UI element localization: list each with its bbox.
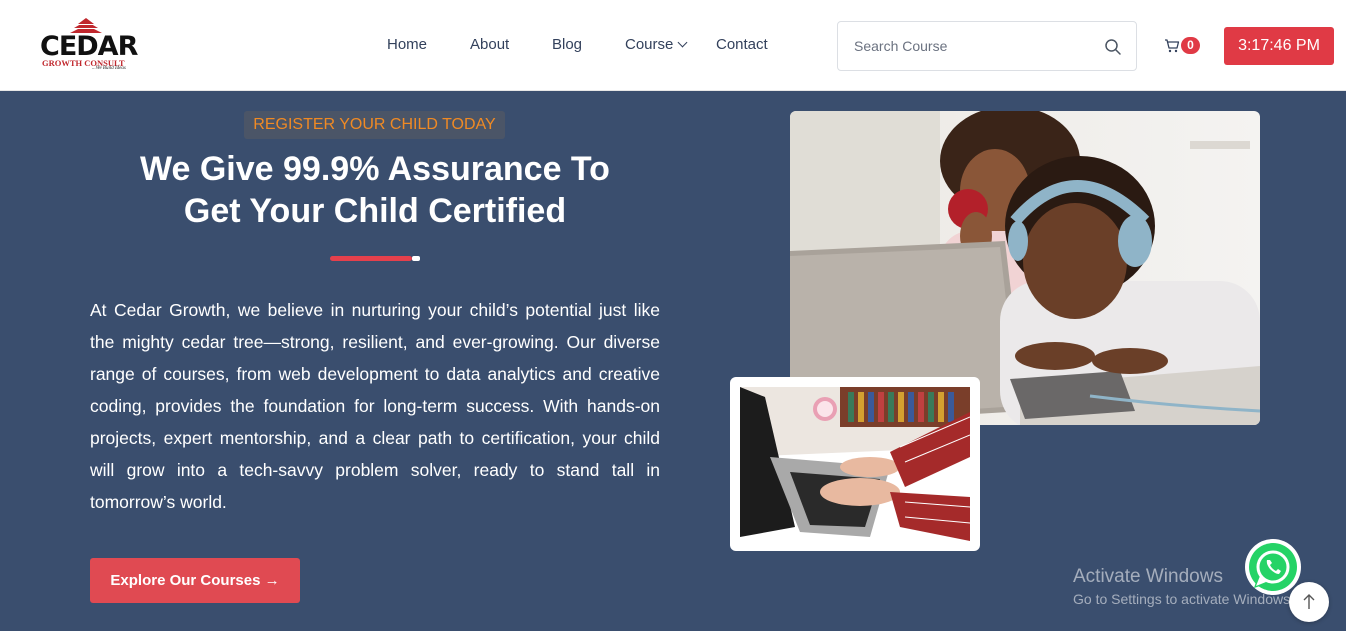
nav-item-contact[interactable]: Contact: [716, 36, 768, 53]
cart-count-badge: 0: [1181, 37, 1200, 54]
activate-windows-title: Activate Windows: [1073, 566, 1223, 587]
arrow-up-icon: [1303, 594, 1315, 609]
hero-title: We Give 99.9% Assurance To Get Your Chil…: [90, 148, 660, 232]
search-box: [837, 21, 1137, 71]
search-input[interactable]: [838, 22, 1088, 70]
hero-eyebrow: REGISTER YOUR CHILD TODAY: [244, 111, 505, 139]
cart-icon: [1165, 39, 1180, 53]
hero-title-line1: We Give 99.9% Assurance To: [140, 150, 610, 188]
nav-item-blog[interactable]: Blog: [552, 36, 582, 53]
nav-item-course[interactable]: Course: [625, 36, 688, 53]
clock-display: 3:17:46 PM: [1224, 27, 1334, 65]
chevron-down-icon: [677, 37, 688, 48]
logo-tagline: ...We Build Ideas: [92, 66, 126, 71]
secondary-photo-typing: [740, 387, 970, 541]
nav-item-about[interactable]: About: [470, 36, 509, 53]
secondary-photo-frame: [730, 377, 980, 551]
search-icon[interactable]: [1104, 38, 1122, 56]
nav-item-home[interactable]: Home: [387, 36, 427, 53]
hero-description: At Cedar Growth, we believe in nurturing…: [90, 300, 660, 512]
cart-button[interactable]: 0: [1164, 37, 1204, 57]
title-divider: [330, 256, 412, 261]
site-header: CEDAR GROWTH CONSULT ...We Build Ideas H…: [0, 0, 1346, 91]
explore-courses-label: Explore Our Courses: [110, 572, 261, 589]
hero-title-line2: Get Your Child Certified: [183, 192, 567, 230]
nav-item-course-label: Course: [625, 36, 674, 53]
title-divider-dot: [412, 256, 420, 261]
typing-laptop-illustration: [740, 387, 970, 541]
arrow-right-icon: →: [264, 572, 280, 589]
cedar-logo[interactable]: CEDAR GROWTH CONSULT ...We Build Ideas: [38, 18, 138, 74]
scroll-to-top-button[interactable]: [1289, 582, 1329, 622]
explore-courses-button[interactable]: Explore Our Courses →: [90, 558, 300, 603]
